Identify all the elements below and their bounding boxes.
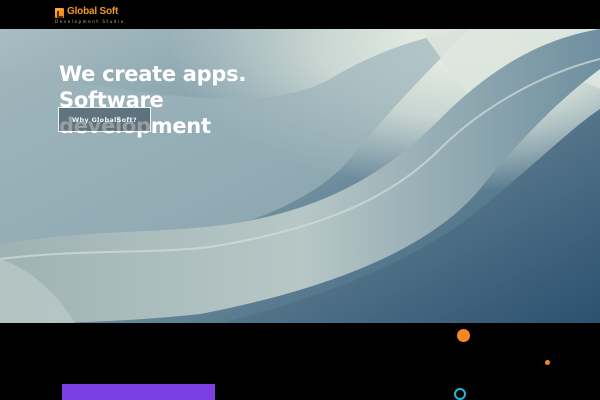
hero-title-line-1: We create apps. [59,62,246,86]
logo-mark-icon [55,8,64,18]
orange-dot-large [457,329,470,342]
logo-tagline: Development Studio [55,19,125,24]
why-globalsoft-button[interactable]: Why GlobalSoft? [58,107,151,132]
site-header: Global Soft Development Studio [0,0,600,29]
logo-wordmark: Global Soft [67,6,118,17]
hero-section: We create apps. Software development Why… [0,29,600,323]
lower-section [0,323,600,400]
orange-dot-small [545,360,550,365]
purple-block [62,384,215,400]
logo-soft-text: Soft [99,6,119,17]
teal-ring [454,388,466,400]
logo-global-text: Global [67,6,97,17]
